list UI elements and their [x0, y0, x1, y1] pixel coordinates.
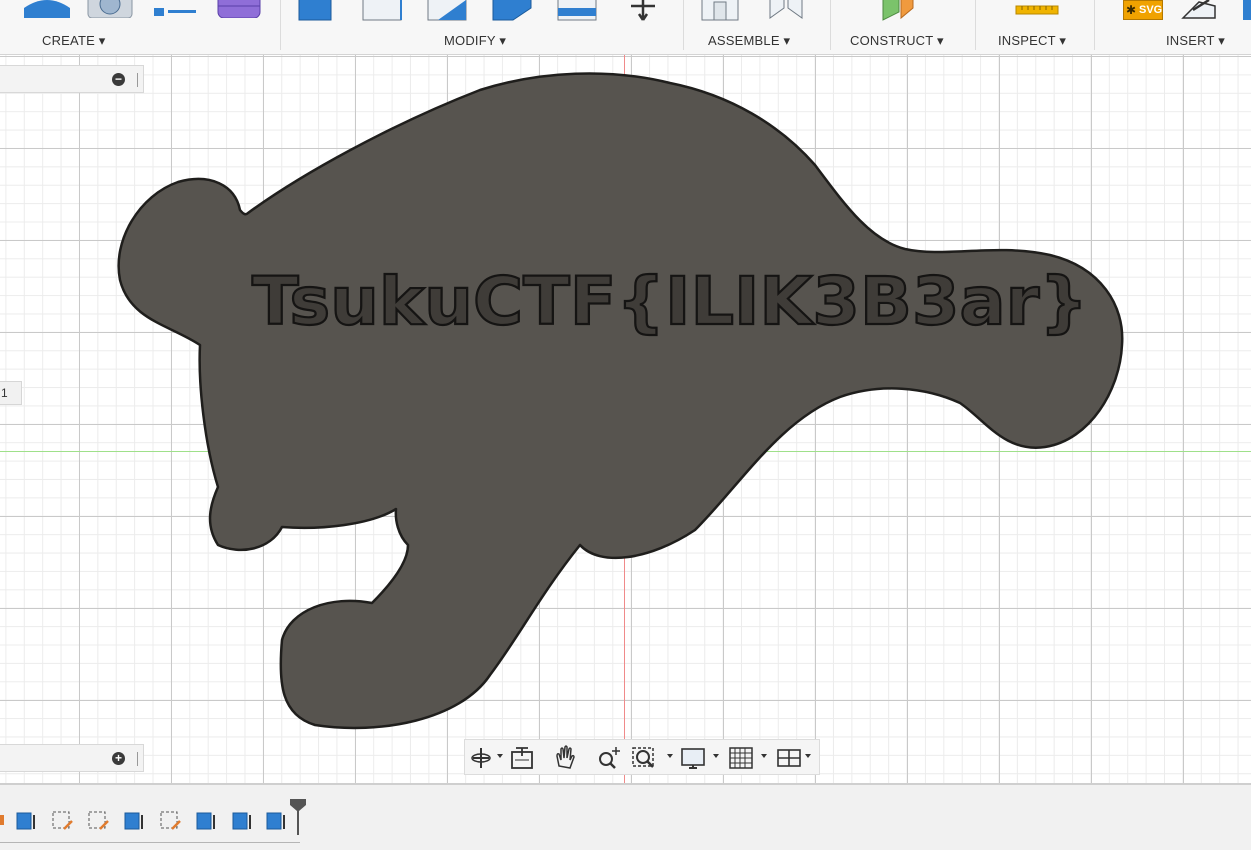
svg-gear-icon: ✱	[1126, 3, 1137, 17]
orbit-dropdown-caret[interactable]	[497, 754, 503, 758]
assemble-group: ASSEMBLE ▾	[684, 0, 812, 54]
shell-icon[interactable]	[491, 0, 535, 22]
timeline-extrude-icon[interactable]	[230, 807, 256, 833]
timeline-extrude-icon[interactable]	[194, 807, 220, 833]
sketch-plane-icon[interactable]	[22, 0, 72, 18]
inspect-group: INSPECT ▾	[976, 0, 1094, 54]
create-menu[interactable]: CREATE ▾	[42, 33, 106, 49]
display-settings-icon[interactable]	[679, 744, 707, 772]
new-component-icon[interactable]	[700, 0, 744, 22]
look-at-icon[interactable]	[509, 744, 535, 772]
construct-group: CONSTRUCT ▾	[831, 0, 975, 54]
browser-panel[interactable]: −	[0, 65, 144, 93]
insert-mesh-icon[interactable]	[1179, 0, 1219, 22]
collapse-browser-button[interactable]: −	[112, 73, 125, 86]
engraved-flag-text: TsukuCTF{ILIK3B3ar}	[252, 263, 1088, 340]
chamfer-icon[interactable]	[426, 0, 470, 22]
combine-icon[interactable]	[556, 0, 600, 22]
timeline-sketch-icon[interactable]	[158, 807, 184, 833]
orbit-icon[interactable]	[469, 744, 493, 772]
offset-plane-icon[interactable]	[879, 0, 923, 22]
press-pull-icon[interactable]	[297, 0, 337, 22]
grid-settings-icon[interactable]	[727, 744, 757, 772]
timeline-sketch-icon[interactable]	[86, 807, 112, 833]
bear-plate-body[interactable]: TsukuCTF{ILIK3B3ar}	[0, 55, 1251, 783]
construct-menu[interactable]: CONSTRUCT ▾	[850, 33, 944, 49]
joint-icon[interactable]	[766, 0, 806, 22]
panel-resize-handle[interactable]	[137, 752, 140, 766]
comments-panel[interactable]: +	[0, 744, 144, 772]
measure-icon[interactable]	[1014, 0, 1060, 22]
inspect-menu[interactable]: INSPECT ▾	[998, 33, 1066, 49]
expand-comments-button[interactable]: +	[112, 752, 125, 765]
modify-group: MODIFY ▾	[281, 0, 683, 54]
timeline-playhead[interactable]	[288, 799, 308, 835]
viewports-dropdown-caret[interactable]	[805, 754, 811, 758]
insert-menu[interactable]: INSERT ▾	[1166, 33, 1225, 49]
fillet-icon[interactable]	[361, 0, 405, 22]
timeline-sketch-icon[interactable]	[50, 807, 76, 833]
design-canvas[interactable]: TsukuCTF{ILIK3B3ar} − 1 +	[0, 55, 1251, 783]
insert-group: ✱ SVG INSERT ▾	[1095, 0, 1251, 54]
timeline-ruler	[0, 842, 300, 843]
move-icon[interactable]	[621, 0, 665, 22]
display-dropdown-caret[interactable]	[713, 754, 719, 758]
insert-decal-icon[interactable]	[1243, 0, 1251, 20]
viewports-icon[interactable]	[775, 744, 803, 772]
assemble-menu[interactable]: ASSEMBLE ▾	[708, 33, 790, 49]
side-fragment-tab[interactable]: 1	[0, 381, 22, 405]
form-icon[interactable]	[214, 0, 264, 18]
pan-icon[interactable]	[551, 744, 579, 772]
timeline	[0, 783, 1251, 850]
timeline-start-icon[interactable]	[0, 815, 4, 825]
hole-icon[interactable]	[150, 0, 200, 18]
grid-dropdown-caret[interactable]	[761, 754, 767, 758]
fit-icon[interactable]	[631, 744, 661, 772]
svg-badge-text: SVG	[1139, 4, 1163, 16]
bear-silhouette[interactable]	[117, 72, 1124, 730]
zoom-icon[interactable]	[595, 744, 623, 772]
fit-dropdown-caret[interactable]	[667, 754, 673, 758]
create-group: CREATE ▾	[0, 0, 280, 54]
toolbar: CREATE ▾ MODIFY ▾ ASSEMBLE ▾ CONSTRUCT ▾…	[0, 0, 1251, 55]
modify-menu[interactable]: MODIFY ▾	[444, 33, 506, 49]
navigation-bar	[464, 739, 820, 775]
revolve-icon[interactable]	[86, 0, 136, 18]
timeline-extrude-icon[interactable]	[122, 807, 148, 833]
insert-svg-icon[interactable]: ✱ SVG	[1123, 0, 1163, 20]
timeline-extrude-icon[interactable]	[14, 807, 40, 833]
timeline-extrude-icon[interactable]	[264, 807, 290, 833]
panel-resize-handle[interactable]	[137, 73, 140, 87]
